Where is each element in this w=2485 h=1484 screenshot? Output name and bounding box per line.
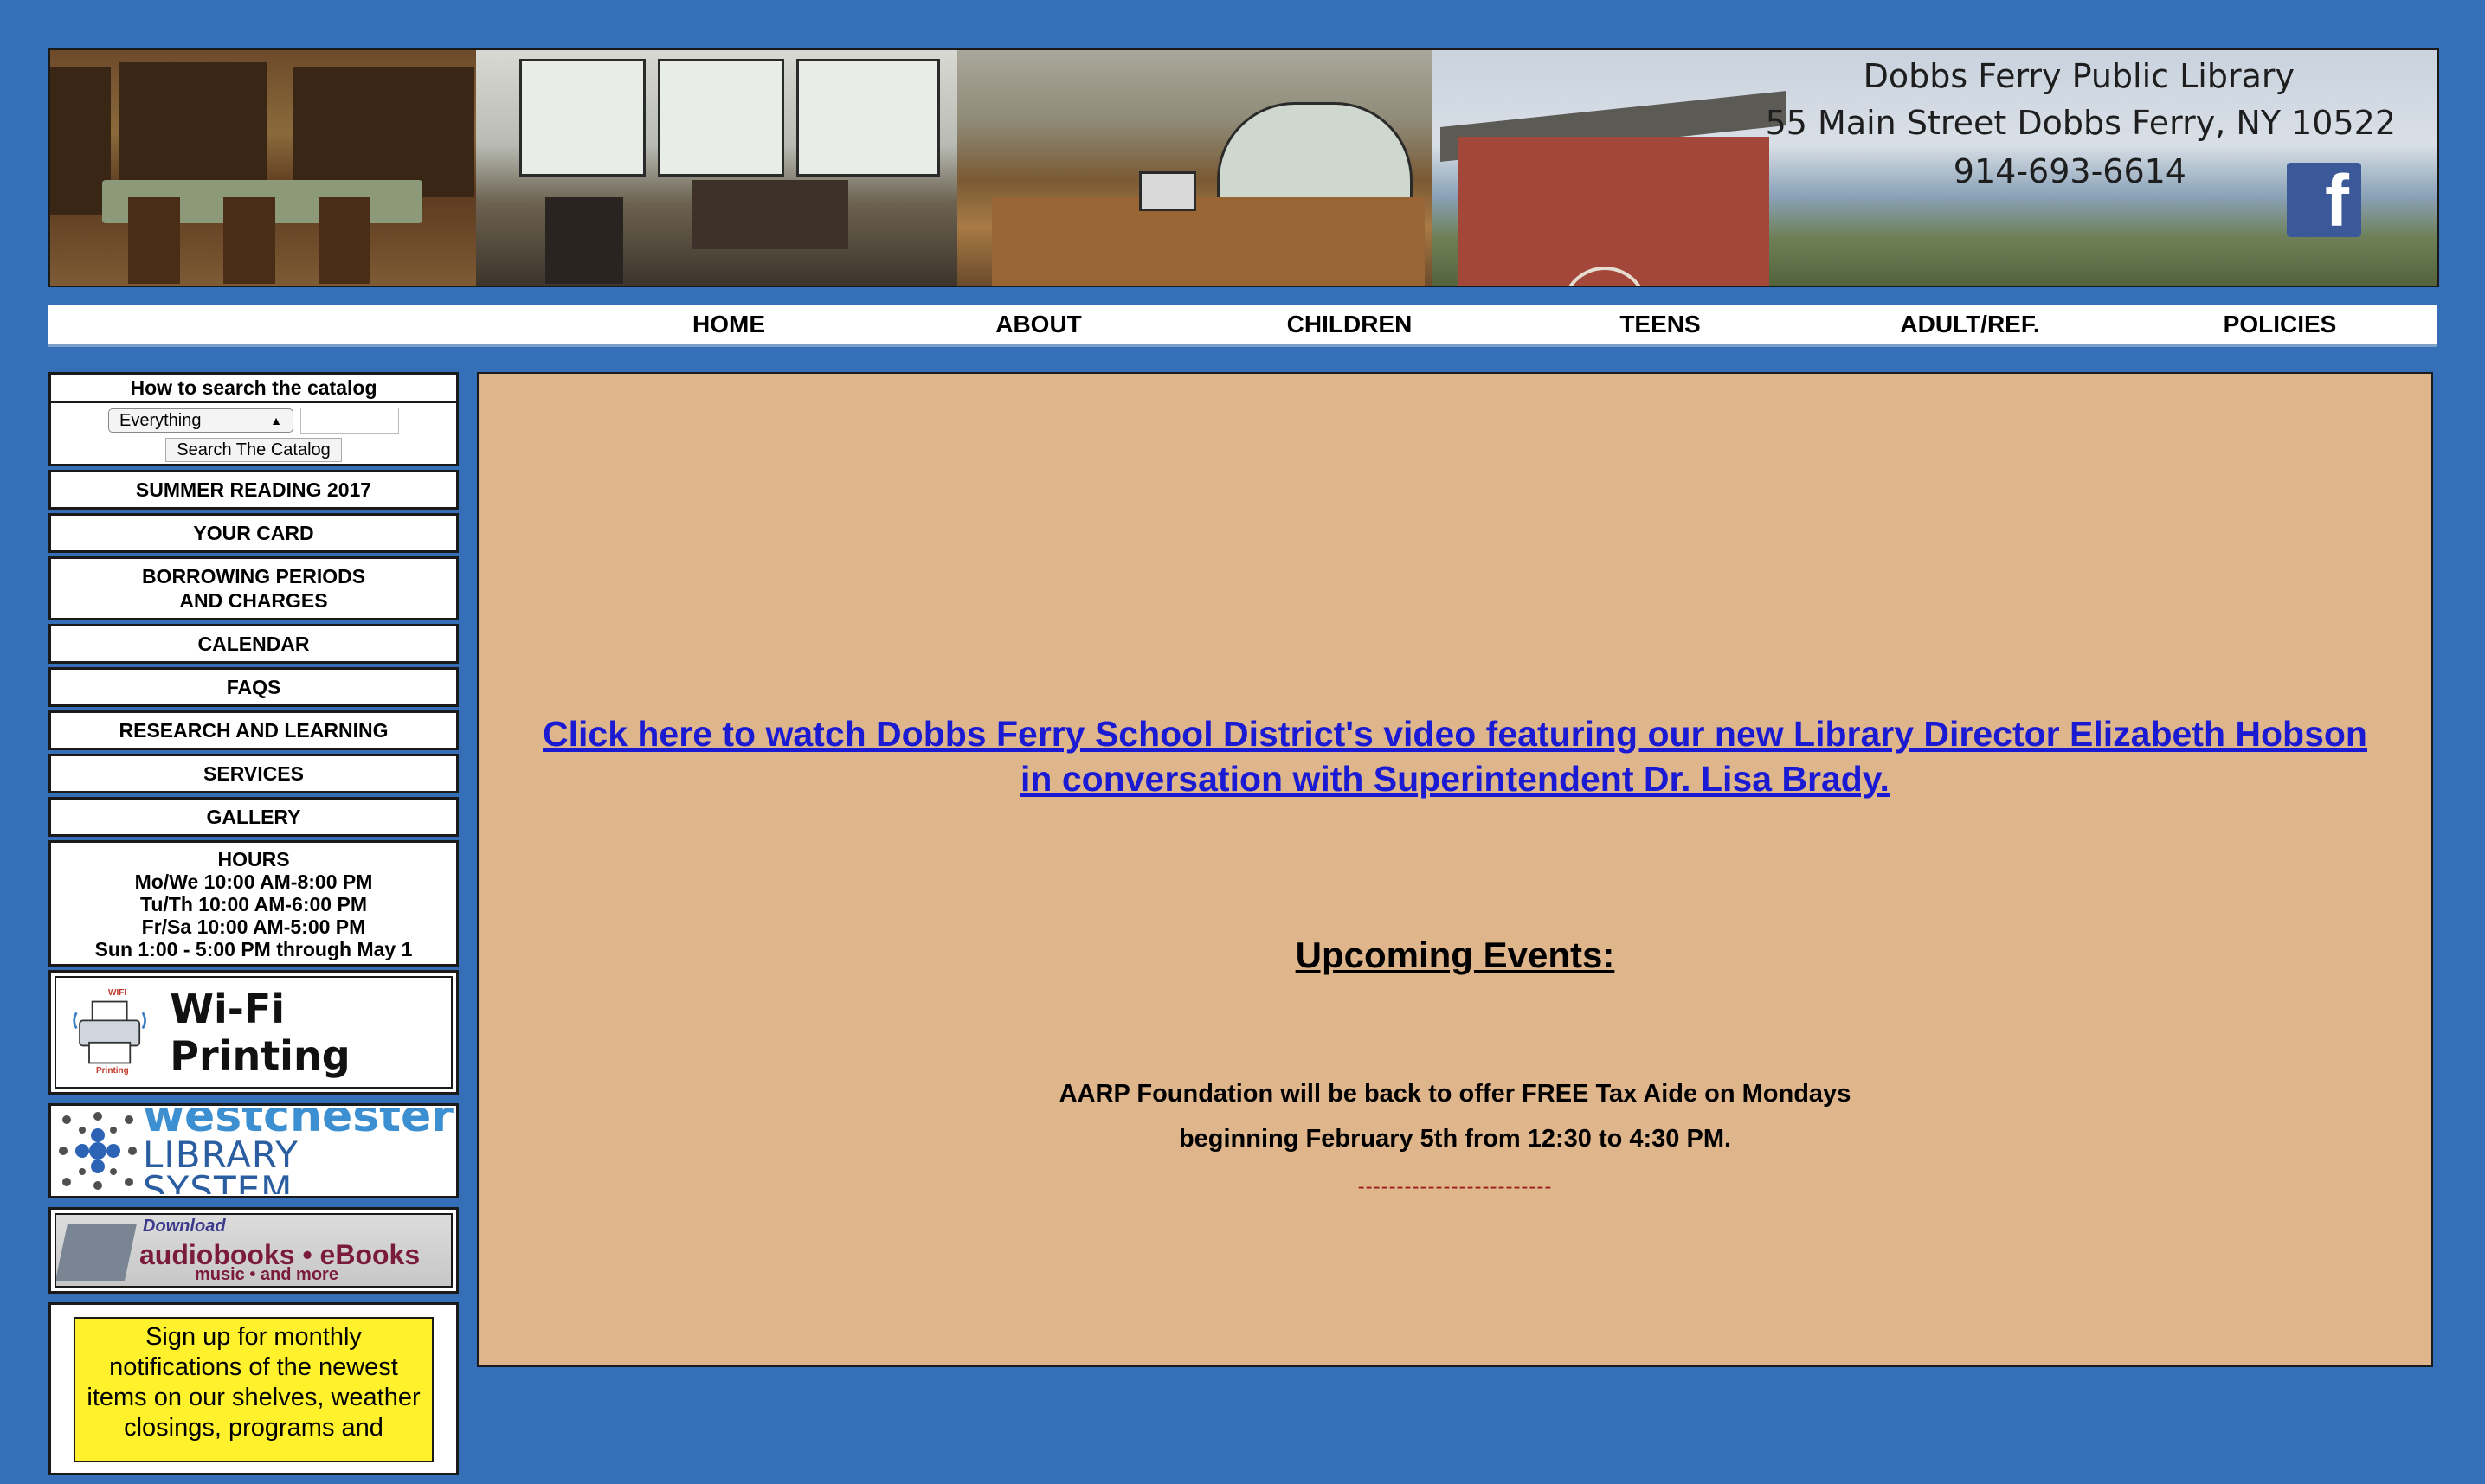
nav-adult-ref[interactable]: ADULT/REF. <box>1900 305 2039 344</box>
header-banner: Dobbs Ferry Public Library 55 Main Stree… <box>48 48 2439 287</box>
wifi-printing-label: Wi-Fi Printing <box>170 986 351 1079</box>
banner-photo-circulation-desk <box>957 50 1432 286</box>
nav-home[interactable]: HOME <box>692 305 765 344</box>
hours-line: Mo/We 10:00 AM-8:00 PM <box>134 870 373 893</box>
search-catalog-button[interactable]: Search The Catalog <box>165 438 342 462</box>
banner-photo-reading-room <box>50 50 476 286</box>
nav-children[interactable]: CHILDREN <box>1287 305 1413 344</box>
select-arrows-icon: ▲ <box>270 414 282 427</box>
facebook-glyph: f <box>2325 163 2349 237</box>
library-address: 55 Main Street Dobbs Ferry, NY 10522 <box>1765 104 2396 142</box>
signup-line: closings, programs and <box>124 1414 383 1442</box>
catalog-scope-value: Everything <box>119 411 202 430</box>
sidebar-item-borrowing-periods[interactable]: BORROWING PERIODS AND CHARGES <box>48 556 459 620</box>
newsletter-signup-box[interactable]: Sign up for monthly notifications of the… <box>48 1302 459 1475</box>
printer-tray-text: Printing <box>96 1066 129 1076</box>
sidebar-item-calendar[interactable]: CALENDAR <box>48 624 459 664</box>
main-content: Click here to watch Dobbs Ferry School D… <box>477 372 2433 1367</box>
download-audiobooks-banner[interactable]: Download audiobooks • eBooks music • and… <box>48 1207 459 1294</box>
sidebar-item-gallery[interactable]: GALLERY <box>48 797 459 837</box>
event-description-line1: AARP Foundation will be back to offer FR… <box>1059 1080 1851 1108</box>
library-phone: 914-693-6614 <box>1953 152 2186 190</box>
banner-photo-clock-tower: Dobbs Ferry Public Library 55 Main Stree… <box>1432 50 2437 286</box>
sidebar-item-faqs[interactable]: FAQS <box>48 667 459 707</box>
banner-photo-lounge <box>476 50 957 286</box>
event-separator: ------------------------- <box>1357 1175 1553 1198</box>
laptop-icon <box>56 1224 138 1281</box>
sidebar-item-your-card[interactable]: YOUR CARD <box>48 513 459 553</box>
wifi-printing-banner[interactable]: WIFI Printing Wi-Fi Printing <box>48 970 459 1095</box>
sidebar-item-services[interactable]: SERVICES <box>48 754 459 793</box>
director-video-link[interactable]: Click here to watch Dobbs Ferry School D… <box>479 711 2431 801</box>
video-link-line2: in conversation with Superintendent Dr. … <box>1020 759 1890 799</box>
westchester-library-system-banner[interactable]: westchester LIBRARY SYSTEM <box>48 1103 459 1198</box>
hours-line: Sun 1:00 - 5:00 PM through May 1 <box>94 938 413 960</box>
nav-teens[interactable]: TEENS <box>1619 305 1700 344</box>
upcoming-events-heading: Upcoming Events: <box>1295 935 1615 975</box>
library-name: Dobbs Ferry Public Library <box>1863 57 2295 95</box>
westchester-logo-icon <box>59 1112 137 1190</box>
nav-policies[interactable]: POLICIES <box>2224 305 2337 344</box>
sidebar-item-research[interactable]: RESEARCH AND LEARNING <box>48 710 459 750</box>
hours-title: HOURS <box>217 848 290 870</box>
music-and-more-label: music • and more <box>195 1265 338 1284</box>
video-link-line1: Click here to watch Dobbs Ferry School D… <box>543 714 2367 754</box>
catalog-search-box: How to search the catalog Everything ▲ S… <box>48 372 459 466</box>
library-system-wordmark: LIBRARY SYSTEM <box>143 1134 299 1195</box>
signup-line: Sign up for monthly <box>145 1323 362 1351</box>
hours-box: HOURS Mo/We 10:00 AM-8:00 PM Tu/Th 10:00… <box>48 840 459 967</box>
catalog-help-link[interactable]: How to search the catalog <box>51 375 456 403</box>
newsletter-signup-text: Sign up for monthly notifications of the… <box>74 1317 434 1462</box>
sidebar-item-borrowing-line1: BORROWING PERIODS <box>141 565 366 588</box>
hours-line: Tu/Th 10:00 AM-6:00 PM <box>140 893 367 915</box>
sidebar-item-summer-reading[interactable]: SUMMER READING 2017 <box>48 470 459 510</box>
hours-line: Fr/Sa 10:00 AM-5:00 PM <box>141 915 366 938</box>
event-description-line2: beginning February 5th from 12:30 to 4:3… <box>1178 1125 1732 1153</box>
facebook-icon[interactable]: f <box>2287 163 2361 237</box>
sidebar-item-borrowing-line2: AND CHARGES <box>179 589 328 612</box>
nav-about[interactable]: ABOUT <box>995 305 1082 344</box>
signup-line: items on our shelves, weather <box>87 1384 421 1411</box>
download-label: Download <box>143 1217 226 1236</box>
sidebar: How to search the catalog Everything ▲ S… <box>48 372 459 1484</box>
catalog-scope-select[interactable]: Everything ▲ <box>108 408 293 433</box>
printer-badge-text: WIFI <box>108 988 127 998</box>
main-navigation: HOME ABOUT CHILDREN TEENS ADULT/REF. POL… <box>48 305 2437 347</box>
signup-line: notifications of the newest <box>109 1353 398 1381</box>
printer-icon <box>73 1000 146 1064</box>
catalog-search-input[interactable] <box>300 408 399 434</box>
